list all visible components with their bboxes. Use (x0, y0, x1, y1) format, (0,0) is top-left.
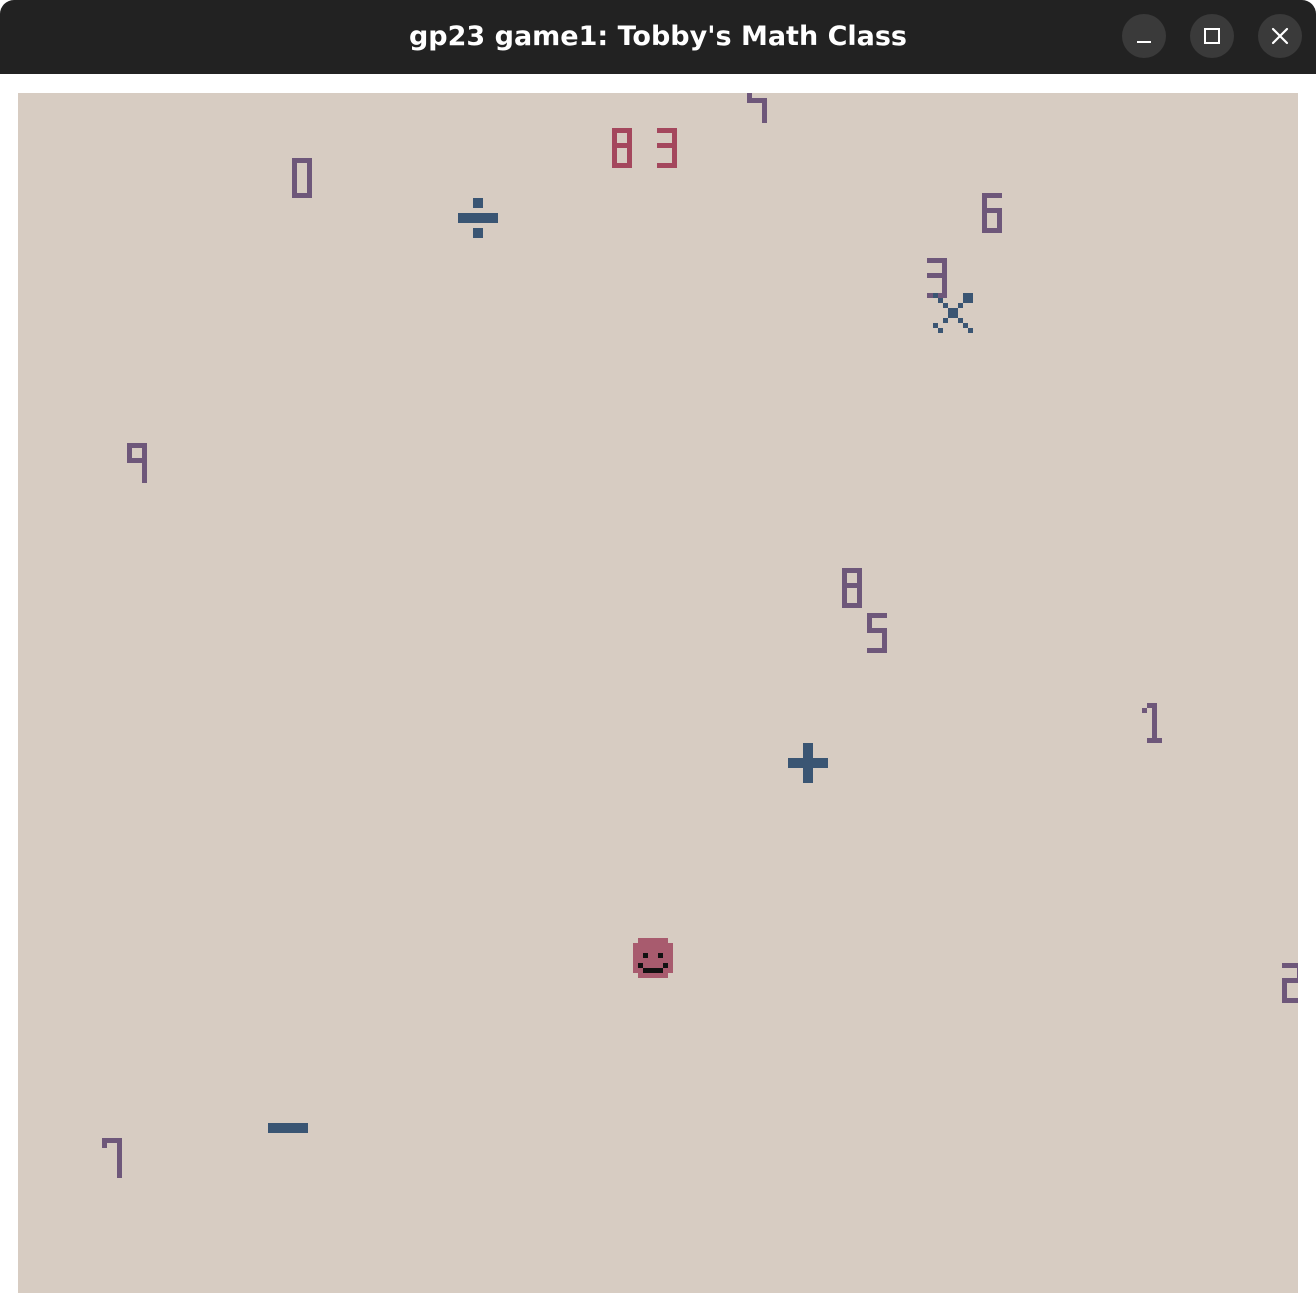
plus-operator-icon (788, 743, 828, 783)
close-button[interactable] (1258, 14, 1302, 58)
close-icon (1271, 27, 1289, 45)
multiply-operator-icon (933, 293, 973, 333)
minus-operator-icon (268, 1123, 308, 1133)
player-eye-left (643, 953, 648, 958)
player-tobby-sprite (633, 938, 673, 978)
maximize-icon (1204, 28, 1220, 44)
minimize-icon (1137, 41, 1151, 43)
player-mouth (643, 968, 663, 973)
minimize-button[interactable] (1122, 14, 1166, 58)
operator-layer (268, 198, 973, 1133)
maximize-button[interactable] (1190, 14, 1234, 58)
window-titlebar[interactable]: gp23 game1: Tobby's Math Class (0, 0, 1316, 74)
game-board[interactable]: 8 3 4 0 6 3 9 8 5 1 2 7 (18, 93, 1298, 1293)
divide-operator-icon (458, 198, 498, 238)
player-eye-right (658, 953, 663, 958)
window-title: gp23 game1: Tobby's Math Class (408, 21, 908, 52)
